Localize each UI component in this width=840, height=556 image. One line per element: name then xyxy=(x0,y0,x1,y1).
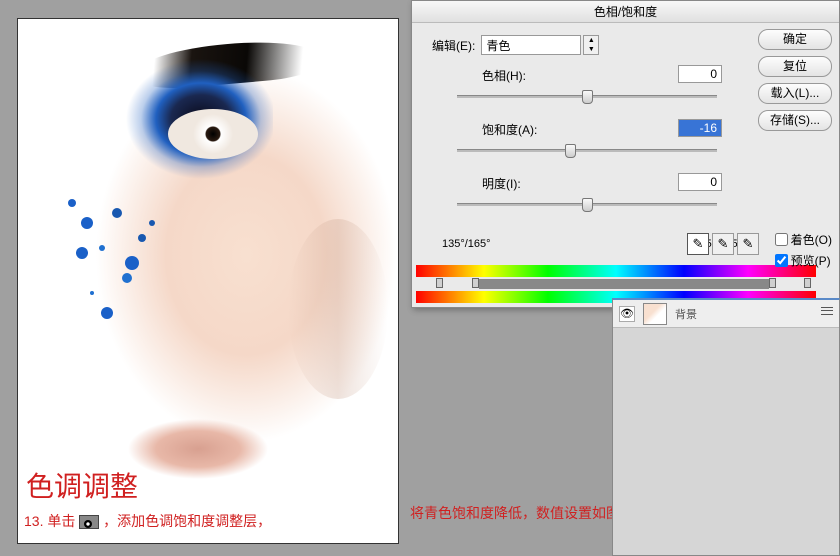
eyedropper-icon[interactable]: ✎ xyxy=(687,233,709,255)
checkbox-group: 着色(O) 预览(P) xyxy=(775,231,832,273)
layer-row[interactable]: 👁 背景 xyxy=(613,300,839,328)
hue-saturation-dialog: 色相/饱和度 编辑(E): 青色 ▲▼ 色相(H): 0 饱和度(A): -16… xyxy=(411,0,840,308)
ok-button[interactable]: 确定 xyxy=(758,29,832,50)
canvas-image: 色调调整 13. 单击 ，添加色调饱和度调整层， xyxy=(17,18,399,544)
load-button[interactable]: 载入(L)... xyxy=(758,83,832,104)
spectrum-top xyxy=(416,265,816,277)
visibility-eye-icon[interactable]: 👁 xyxy=(619,306,635,322)
range-bar xyxy=(479,279,769,289)
colorize-input[interactable] xyxy=(775,233,788,246)
range-marker-inner-right[interactable] xyxy=(769,278,776,288)
range-marker-inner-left[interactable] xyxy=(472,278,479,288)
nose xyxy=(288,219,388,399)
lightness-thumb[interactable] xyxy=(582,198,593,212)
preview-label: 预览(P) xyxy=(791,252,831,269)
range-marker-outer-left[interactable] xyxy=(436,278,443,288)
dialog-titlebar[interactable]: 色相/饱和度 xyxy=(412,1,839,23)
colorize-label: 着色(O) xyxy=(791,231,832,248)
eyedropper-add-icon[interactable]: ✎ xyxy=(712,233,734,255)
caption-prefix: 13. 单击 xyxy=(24,513,75,529)
save-button[interactable]: 存储(S)... xyxy=(758,110,832,131)
colorize-checkbox[interactable]: 着色(O) xyxy=(775,231,832,248)
lightness-value: 0 xyxy=(710,175,717,189)
range-marker-outer-right[interactable] xyxy=(804,278,811,288)
edit-label: 编辑(E): xyxy=(432,37,475,54)
saturation-label: 饱和度(A): xyxy=(482,121,537,138)
hue-label: 色相(H): xyxy=(482,67,526,84)
eyedropper-subtract-icon[interactable]: ✎ xyxy=(737,233,759,255)
dialog-title: 色相/饱和度 xyxy=(594,5,657,19)
eyedropper-group: ✎ ✎ ✎ xyxy=(687,233,759,255)
dialog-buttons: 确定 复位 载入(L)... 存储(S)... xyxy=(758,29,832,131)
edit-stepper[interactable]: ▲▼ xyxy=(583,35,599,55)
layer-thumbnail[interactable] xyxy=(643,303,667,325)
spectrum-range[interactable] xyxy=(416,279,816,289)
preview-checkbox[interactable]: 预览(P) xyxy=(775,252,832,269)
image-caption: 13. 单击 ，添加色调饱和度调整层， xyxy=(24,511,271,531)
lips xyxy=(128,419,268,479)
caption-mid: ，添加色调饱和度调整层， xyxy=(103,513,271,529)
saturation-slider[interactable] xyxy=(457,149,717,152)
hue-slider[interactable] xyxy=(457,95,717,98)
hue-thumb[interactable] xyxy=(582,90,593,104)
lightness-label: 明度(I): xyxy=(482,175,521,192)
stepper-down-icon[interactable]: ▼ xyxy=(584,45,598,54)
lightness-input[interactable]: 0 xyxy=(678,173,722,191)
hue-value: 0 xyxy=(710,67,717,81)
saturation-input[interactable]: -16 xyxy=(678,119,722,137)
layers-panel: 👁 背景 xyxy=(612,298,840,556)
edit-select-value: 青色 xyxy=(486,39,510,53)
reset-button[interactable]: 复位 xyxy=(758,56,832,77)
saturation-thumb[interactable] xyxy=(565,144,576,158)
edit-select[interactable]: 青色 xyxy=(481,35,581,55)
panel-menu-icon[interactable] xyxy=(819,304,835,318)
lightness-slider[interactable] xyxy=(457,203,717,206)
eye xyxy=(168,109,258,159)
edit-row: 编辑(E): 青色 ▲▼ xyxy=(432,35,599,55)
saturation-value: -16 xyxy=(700,121,717,135)
dialog-body: 编辑(E): 青色 ▲▼ 色相(H): 0 饱和度(A): -16 明度(I):… xyxy=(412,23,839,307)
preview-input[interactable] xyxy=(775,254,788,267)
adjustment-layer-icon xyxy=(79,515,99,529)
image-title: 色调调整 xyxy=(26,465,138,505)
layer-name: 背景 xyxy=(675,306,697,322)
hue-input[interactable]: 0 xyxy=(678,65,722,83)
stepper-up-icon[interactable]: ▲ xyxy=(584,36,598,45)
degrees-left: 135°/165° xyxy=(442,238,491,250)
